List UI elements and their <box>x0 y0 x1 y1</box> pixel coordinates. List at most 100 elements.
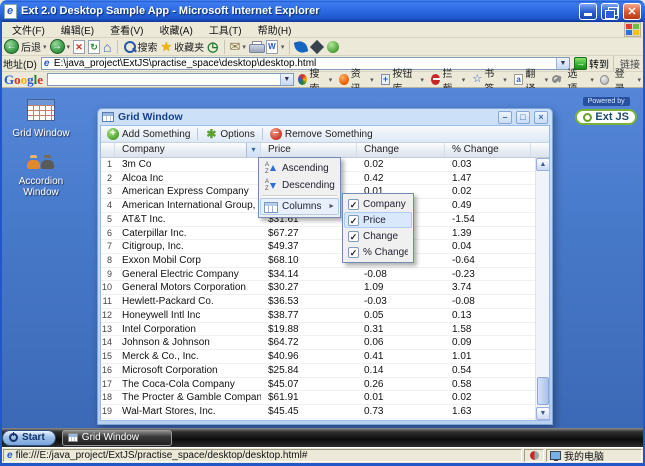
toolbar-separator <box>289 40 290 54</box>
ie-menu-t[interactable]: 工具(T) <box>201 21 250 38</box>
column-header-change[interactable]: Change <box>357 143 445 157</box>
table-row[interactable]: 14Johnson & Johnson$64.720.060.09 <box>101 336 535 350</box>
table-cell: $25.84 <box>261 364 357 377</box>
dropdown-arrow-icon[interactable]: ▾ <box>370 76 374 84</box>
forward-dropdown-icon[interactable]: ▾ <box>67 43 71 51</box>
taskbar-task-grid-window[interactable]: Grid Window <box>62 430 172 446</box>
table-row[interactable]: 17The Coca-Cola Company$45.070.260.58 <box>101 378 535 392</box>
column-header-price[interactable]: Price <box>261 143 357 157</box>
search-button[interactable]: 搜索 <box>123 39 158 54</box>
mail-button[interactable]: ✉ ▾ <box>230 40 246 54</box>
table-cell: 0.31 <box>357 323 445 336</box>
table-row[interactable]: 19Wal-Mart Stores, Inc.$45.450.731.63 <box>101 405 535 419</box>
scroll-up-icon[interactable]: ▲ <box>536 158 550 171</box>
desktop-shortcut-accordion-window[interactable]: Accordion Window <box>8 145 74 198</box>
ext-desktop: Powered by Ext JS Grid WindowAccordion W… <box>0 88 645 428</box>
addon-kite-icon[interactable] <box>310 39 324 53</box>
favorites-button[interactable]: ★ 收藏夹 <box>161 39 205 54</box>
column-header-company[interactable]: Company <box>115 143 261 157</box>
table-row[interactable]: 9General Electric Company$34.14-0.08-0.2… <box>101 268 535 282</box>
remove-something-button[interactable]: Remove Something <box>268 128 375 140</box>
dropdown-arrow-icon[interactable]: ▾ <box>503 76 507 84</box>
home-button[interactable]: ⌂ <box>103 40 111 54</box>
menu-item-sort-descending[interactable]: Descending <box>260 177 339 194</box>
submenu-item-change[interactable]: Change <box>344 228 412 244</box>
minimize-button[interactable] <box>579 3 597 20</box>
forward-button[interactable]: ▾ <box>50 39 71 54</box>
table-row[interactable]: 18The Procter & Gamble Company$61.910.01… <box>101 391 535 405</box>
restore-button[interactable] <box>601 3 619 20</box>
extjs-brand-label: Ext JS <box>595 111 629 123</box>
history-button[interactable]: ◷ <box>207 40 218 54</box>
sort-descending-icon <box>264 179 278 193</box>
scrollbar-thumb[interactable] <box>537 377 549 405</box>
window-close-button[interactable]: × <box>534 111 548 124</box>
edit-with-word-button[interactable] <box>266 40 278 54</box>
ie-menu-f[interactable]: 文件(F) <box>4 21 53 38</box>
column-menu-trigger[interactable] <box>246 143 260 157</box>
window-title: Ext 2.0 Desktop Sample App - Microsoft I… <box>21 5 575 17</box>
desktop-shortcut-grid-window[interactable]: Grid Window <box>8 99 74 139</box>
table-row[interactable]: 15Merck & Co., Inc.$40.960.411.01 <box>101 350 535 364</box>
google-search-dropdown-icon[interactable]: ▼ <box>280 74 293 85</box>
table-row[interactable]: 13Intel Corporation$19.880.311.58 <box>101 323 535 337</box>
checkbox-checked-icon <box>348 215 359 226</box>
news-icon <box>339 74 349 85</box>
ie-menu-e[interactable]: 编辑(E) <box>53 21 102 38</box>
table-cell: General Electric Company <box>115 268 261 281</box>
ie-menu-a[interactable]: 收藏(A) <box>151 21 200 38</box>
dropdown-arrow-icon[interactable]: ▾ <box>329 76 333 84</box>
dropdown-arrow-icon[interactable]: ▾ <box>462 76 466 84</box>
table-row[interactable]: 11Hewlett-Packard Co.$36.53-0.03-0.08 <box>101 295 535 309</box>
column-header-change[interactable]: % Change <box>445 143 531 157</box>
table-cell: $40.96 <box>261 350 357 363</box>
column-header-label: Price <box>268 144 291 155</box>
window-minimize-button[interactable]: – <box>498 111 512 124</box>
start-button[interactable]: Start <box>2 430 56 446</box>
table-row[interactable]: 10General Motors Corporation$30.271.093.… <box>101 281 535 295</box>
signin-dropdown-icon[interactable]: ▾ <box>637 76 641 84</box>
table-cell: 1.39 <box>445 227 531 240</box>
menu-item-sort-ascending[interactable]: Ascending <box>260 160 339 177</box>
google-search-input[interactable] <box>48 74 280 85</box>
row-number-cell: 10 <box>101 281 115 294</box>
table-row[interactable]: 12Honeywell Intl Inc$38.770.050.13 <box>101 309 535 323</box>
dropdown-arrow-icon[interactable]: ▾ <box>545 76 549 84</box>
submenu-item-company[interactable]: Company <box>344 196 412 212</box>
table-row[interactable]: 16Microsoft Corporation$25.840.140.54 <box>101 364 535 378</box>
print-button[interactable] <box>249 41 263 52</box>
edit-dropdown-icon[interactable]: ▾ <box>281 43 285 51</box>
row-number-header <box>101 143 115 157</box>
options-button[interactable]: Options <box>203 128 256 140</box>
back-button[interactable]: 后退 ▾ <box>4 39 47 54</box>
dropdown-arrow-icon[interactable]: ▾ <box>420 76 424 84</box>
refresh-button[interactable] <box>88 40 100 54</box>
scroll-down-icon[interactable]: ▼ <box>536 407 550 420</box>
mail-dropdown-icon[interactable]: ▾ <box>242 43 246 51</box>
table-row[interactable]: 8Exxon Mobil Corp$68.10-0.43-0.64 <box>101 254 535 268</box>
menu-separator <box>262 195 337 197</box>
grid-window-titlebar[interactable]: Grid Window – □ × <box>98 109 552 125</box>
back-dropdown-icon[interactable]: ▾ <box>43 43 47 51</box>
ie-menu-v[interactable]: 查看(V) <box>102 21 151 38</box>
row-number-cell: 16 <box>101 364 115 377</box>
table-cell: 0.58 <box>445 378 531 391</box>
table-cell: $61.91 <box>261 391 357 404</box>
table-row[interactable]: 7Citigroup, Inc.$49.370.020.04 <box>101 240 535 254</box>
submenu-item-price[interactable]: Price <box>344 212 412 228</box>
add-something-button[interactable]: Add Something <box>105 128 192 140</box>
options-dropdown-icon[interactable]: ▾ <box>590 76 594 84</box>
close-button[interactable] <box>623 3 641 20</box>
extjs-logo[interactable]: Ext JS <box>575 109 637 125</box>
submenu-item-change[interactable]: % Change <box>344 244 412 260</box>
status-page-icon: e <box>7 451 13 461</box>
ie-menu-h[interactable]: 帮助(H) <box>250 21 300 38</box>
window-maximize-button[interactable]: □ <box>516 111 530 124</box>
grid-scrollbar[interactable]: ▲ ▼ <box>535 158 549 420</box>
menu-item-columns[interactable]: Columns► <box>260 198 339 215</box>
stop-button[interactable] <box>73 40 85 54</box>
table-row[interactable]: 6Caterpillar Inc.$67.270.921.39 <box>101 227 535 241</box>
addon-thunder-icon[interactable] <box>294 39 309 54</box>
search-icon <box>298 74 308 85</box>
addon-messenger-icon[interactable] <box>327 41 339 53</box>
